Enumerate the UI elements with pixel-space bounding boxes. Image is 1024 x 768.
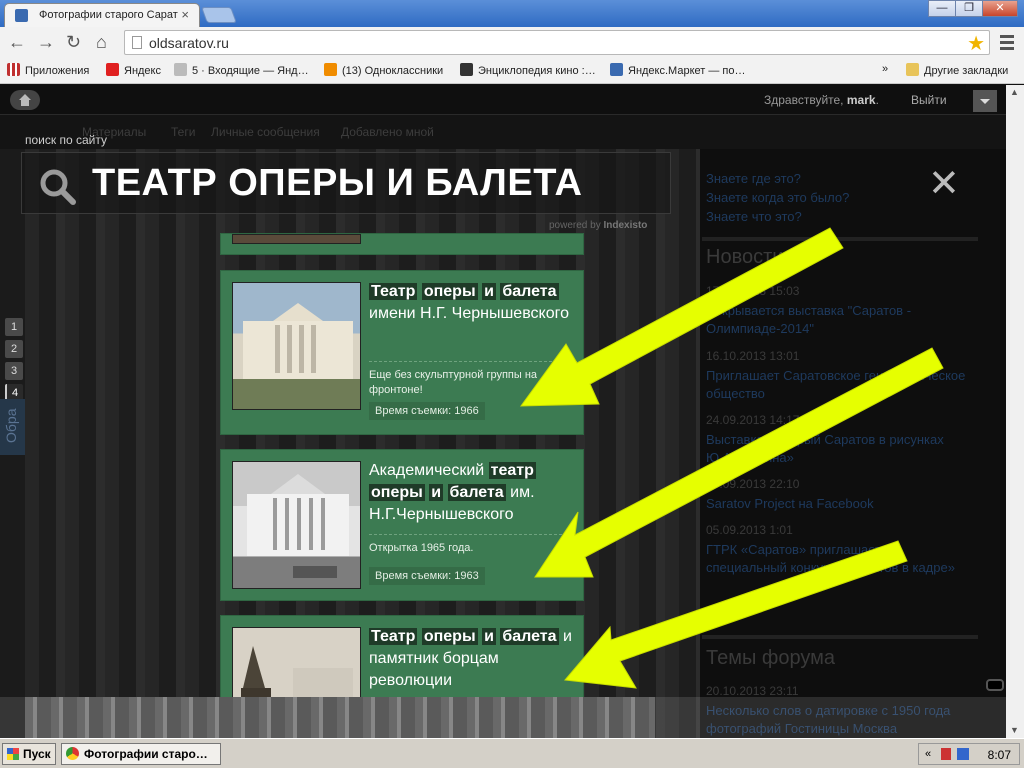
taskbar-chrome-window[interactable]: Фотографии старо… [61,743,221,765]
arrow-1 [520,227,844,407]
arrow-3 [564,540,908,689]
windows-taskbar: Пуск Фотографии старо… « 8:07 [0,738,1024,768]
system-tray: « 8:07 [918,743,1020,765]
clock: 8:07 [987,748,1011,762]
tray-network-icon[interactable] [957,748,969,760]
start-button[interactable]: Пуск [2,743,56,765]
arrow-2 [534,347,944,578]
tray-icon[interactable] [941,748,951,760]
tray-collapse-icon[interactable]: « [925,748,931,760]
annotation-arrows [520,227,944,689]
